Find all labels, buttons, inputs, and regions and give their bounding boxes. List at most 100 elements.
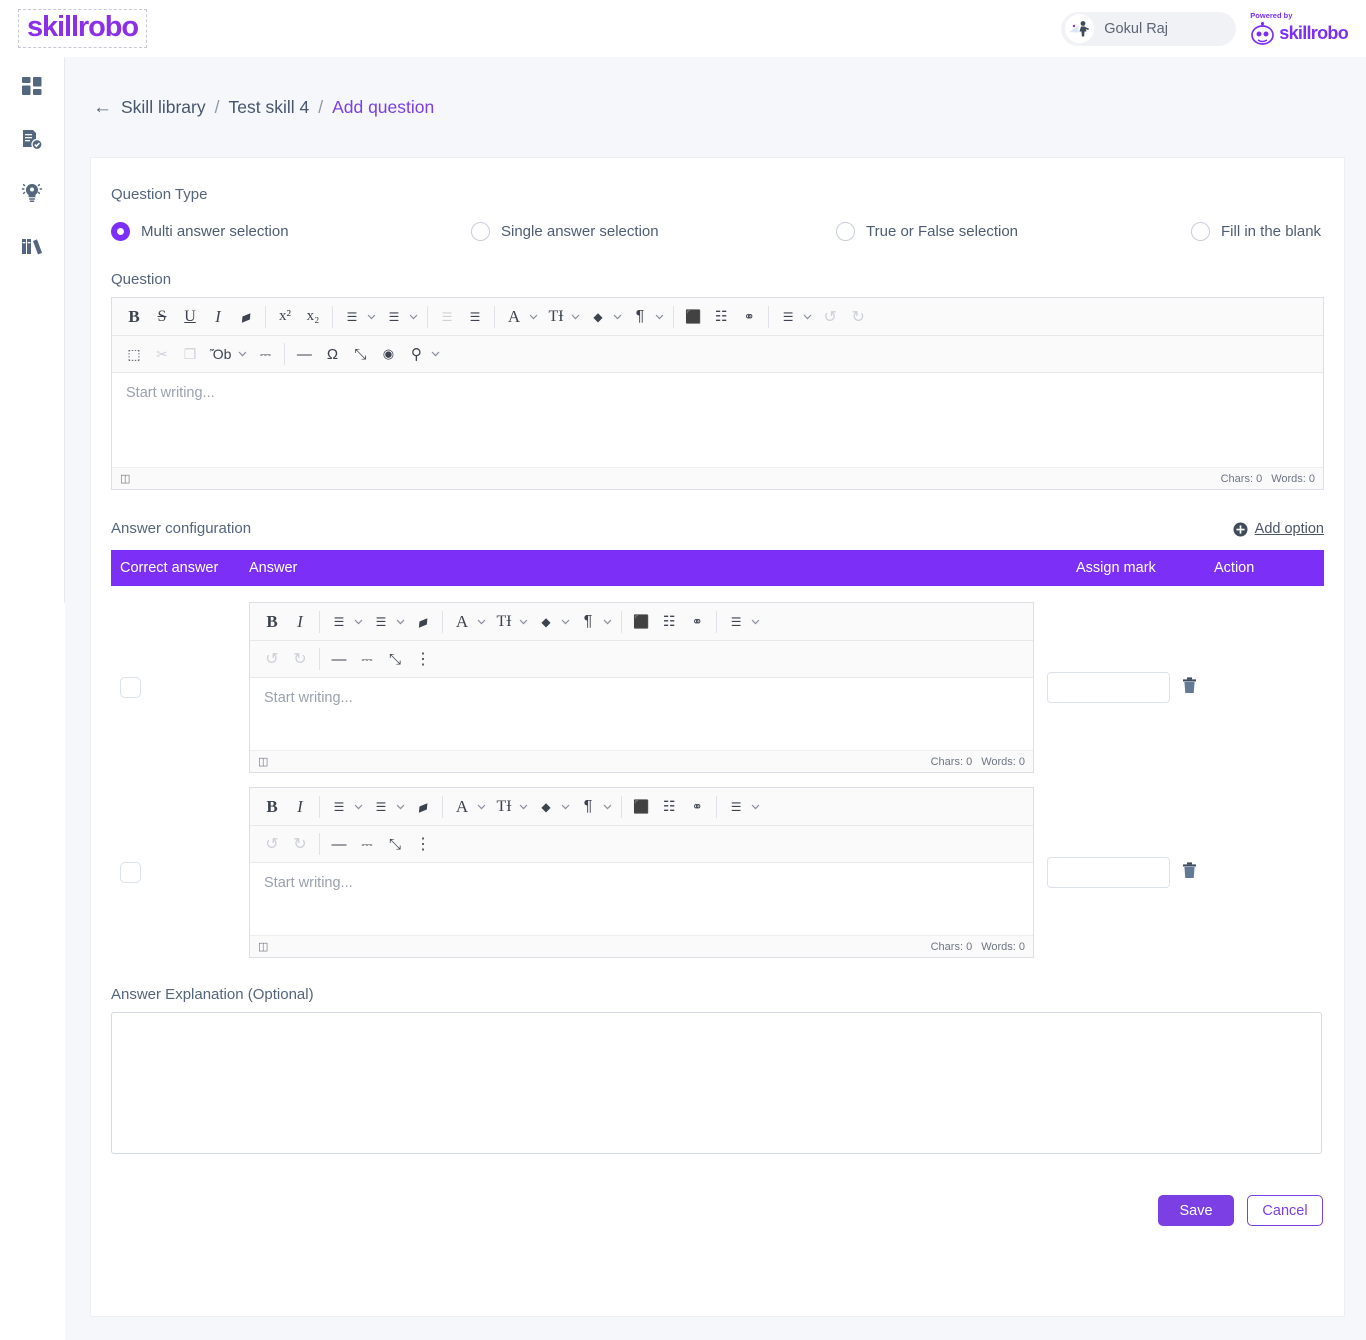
correct-answer-checkbox[interactable] [120, 677, 141, 698]
paragraph-format-icon[interactable]: ¶ [574, 792, 602, 822]
breadcrumb-skill-library[interactable]: Skill library [121, 97, 206, 118]
sidebar-item-dashboard[interactable] [12, 71, 52, 103]
paste-dropdown-icon[interactable] [237, 351, 251, 357]
align-dropdown-icon[interactable] [750, 804, 764, 810]
question-type-option-2[interactable]: True or False selection [836, 222, 1191, 241]
bulleted-list-dropdown-icon[interactable] [353, 619, 367, 625]
skillrobo-logo[interactable]: skillrobo [18, 9, 147, 48]
superscript-icon[interactable]: x² [271, 302, 299, 332]
numbered-list-icon[interactable]: ☰ [367, 607, 395, 637]
insert-table-icon[interactable]: ☷ [655, 792, 683, 822]
paragraph-format-dropdown-icon[interactable] [654, 314, 668, 320]
font-family-dropdown-icon[interactable] [476, 804, 490, 810]
strikethrough-icon[interactable]: S [148, 302, 176, 332]
font-family-dropdown-icon[interactable] [476, 619, 490, 625]
text-color-droplet-icon[interactable]: ◆ [532, 607, 560, 637]
radio-icon[interactable] [111, 222, 130, 241]
italic-icon[interactable]: I [286, 792, 314, 822]
align-icon[interactable]: ☰ [722, 792, 750, 822]
font-size-dropdown-icon[interactable] [518, 619, 532, 625]
text-color-droplet-icon[interactable]: ◆ [532, 792, 560, 822]
format-painter-icon[interactable]: ⎓ [353, 644, 381, 674]
align-icon[interactable]: ☰ [722, 607, 750, 637]
text-color-dropdown-icon[interactable] [560, 619, 574, 625]
element-path-icon[interactable]: ◫ [258, 755, 268, 768]
font-family-icon[interactable]: A [448, 607, 476, 637]
paste-icon[interactable]: Ὄb [204, 339, 237, 369]
text-color-dropdown-icon[interactable] [560, 804, 574, 810]
element-path-icon[interactable]: ◫ [120, 472, 130, 485]
remove-format-eraser-icon[interactable]: ▰ [232, 302, 260, 332]
fullscreen-icon[interactable]: ⤡ [381, 829, 409, 859]
italic-icon[interactable]: I [204, 302, 232, 332]
question-type-option-0[interactable]: Multi answer selection [111, 222, 471, 241]
insert-link-icon[interactable]: ⚭ [735, 302, 763, 332]
question-type-option-1[interactable]: Single answer selection [471, 222, 836, 241]
sidebar-item-skills[interactable] [12, 177, 52, 209]
insert-table-icon[interactable]: ☷ [655, 607, 683, 637]
font-size-dropdown-icon[interactable] [518, 804, 532, 810]
font-size-icon[interactable]: TƗ [542, 302, 570, 332]
font-family-dropdown-icon[interactable] [528, 314, 542, 320]
question-type-option-3[interactable]: Fill in the blank [1191, 222, 1321, 241]
save-button[interactable]: Save [1158, 1195, 1234, 1226]
preview-eye-icon[interactable]: ◉ [374, 339, 402, 369]
answer-input[interactable]: Start writing... [250, 863, 1033, 935]
subscript-icon[interactable]: x₂ [299, 302, 327, 332]
font-size-dropdown-icon[interactable] [570, 314, 584, 320]
answer-input[interactable]: Start writing... [250, 678, 1033, 750]
assign-mark-input[interactable] [1046, 857, 1170, 888]
correct-answer-checkbox[interactable] [120, 862, 141, 883]
cancel-button[interactable]: Cancel [1247, 1195, 1323, 1226]
bold-icon[interactable]: B [120, 302, 148, 332]
more-options-icon[interactable]: ⋮ [409, 644, 437, 674]
font-size-icon[interactable]: TƗ [490, 792, 518, 822]
radio-icon[interactable] [836, 222, 855, 241]
font-size-icon[interactable]: TƗ [490, 607, 518, 637]
radio-icon[interactable] [1191, 222, 1210, 241]
bold-icon[interactable]: B [258, 792, 286, 822]
insert-image-icon[interactable]: ⬛ [627, 607, 655, 637]
element-path-icon[interactable]: ◫ [258, 940, 268, 953]
special-character-icon[interactable]: Ω [318, 339, 346, 369]
back-arrow-icon[interactable]: ← [93, 98, 112, 117]
paragraph-format-icon[interactable]: ¶ [626, 302, 654, 332]
numbered-list-icon[interactable]: ☰ [380, 302, 408, 332]
sidebar-item-assessments[interactable] [12, 124, 52, 156]
delete-option-button[interactable] [1182, 676, 1197, 699]
sidebar-item-library[interactable] [12, 230, 52, 262]
format-painter-icon[interactable]: ⎓ [353, 829, 381, 859]
bulleted-list-icon[interactable]: ☰ [338, 302, 366, 332]
insert-table-icon[interactable]: ☷ [707, 302, 735, 332]
numbered-list-icon[interactable]: ☰ [367, 792, 395, 822]
insert-image-icon[interactable]: ⬛ [627, 792, 655, 822]
align-dropdown-icon[interactable] [750, 619, 764, 625]
horizontal-rule-icon[interactable]: — [290, 339, 318, 369]
add-option-button[interactable]: Add option [1233, 521, 1324, 537]
text-color-dropdown-icon[interactable] [612, 314, 626, 320]
bulleted-list-icon[interactable]: ☰ [325, 607, 353, 637]
paragraph-format-dropdown-icon[interactable] [602, 804, 616, 810]
bulleted-list-dropdown-icon[interactable] [366, 314, 380, 320]
search-icon[interactable]: ⚲ [402, 339, 430, 369]
fullscreen-icon[interactable]: ⤡ [346, 339, 374, 369]
insert-link-icon[interactable]: ⚭ [683, 607, 711, 637]
format-painter-icon[interactable]: ⎓ [251, 339, 279, 369]
underline-icon[interactable]: U [176, 302, 204, 332]
user-menu[interactable]: Gokul Raj [1061, 11, 1237, 46]
text-color-droplet-icon[interactable]: ◆ [584, 302, 612, 332]
remove-format-eraser-icon[interactable]: ▰ [409, 607, 437, 637]
insert-image-icon[interactable]: ⬛ [679, 302, 707, 332]
paragraph-format-icon[interactable]: ¶ [574, 607, 602, 637]
remove-format-eraser-icon[interactable]: ▰ [409, 792, 437, 822]
answer-explanation-input[interactable] [111, 1012, 1322, 1154]
paragraph-format-dropdown-icon[interactable] [602, 619, 616, 625]
italic-icon[interactable]: I [286, 607, 314, 637]
horizontal-rule-icon[interactable]: — [325, 644, 353, 674]
more-options-icon[interactable]: ⋮ [409, 829, 437, 859]
bulleted-list-dropdown-icon[interactable] [353, 804, 367, 810]
align-icon[interactable]: ☰ [774, 302, 802, 332]
font-family-icon[interactable]: A [448, 792, 476, 822]
numbered-list-dropdown-icon[interactable] [395, 804, 409, 810]
delete-option-button[interactable] [1182, 861, 1197, 884]
